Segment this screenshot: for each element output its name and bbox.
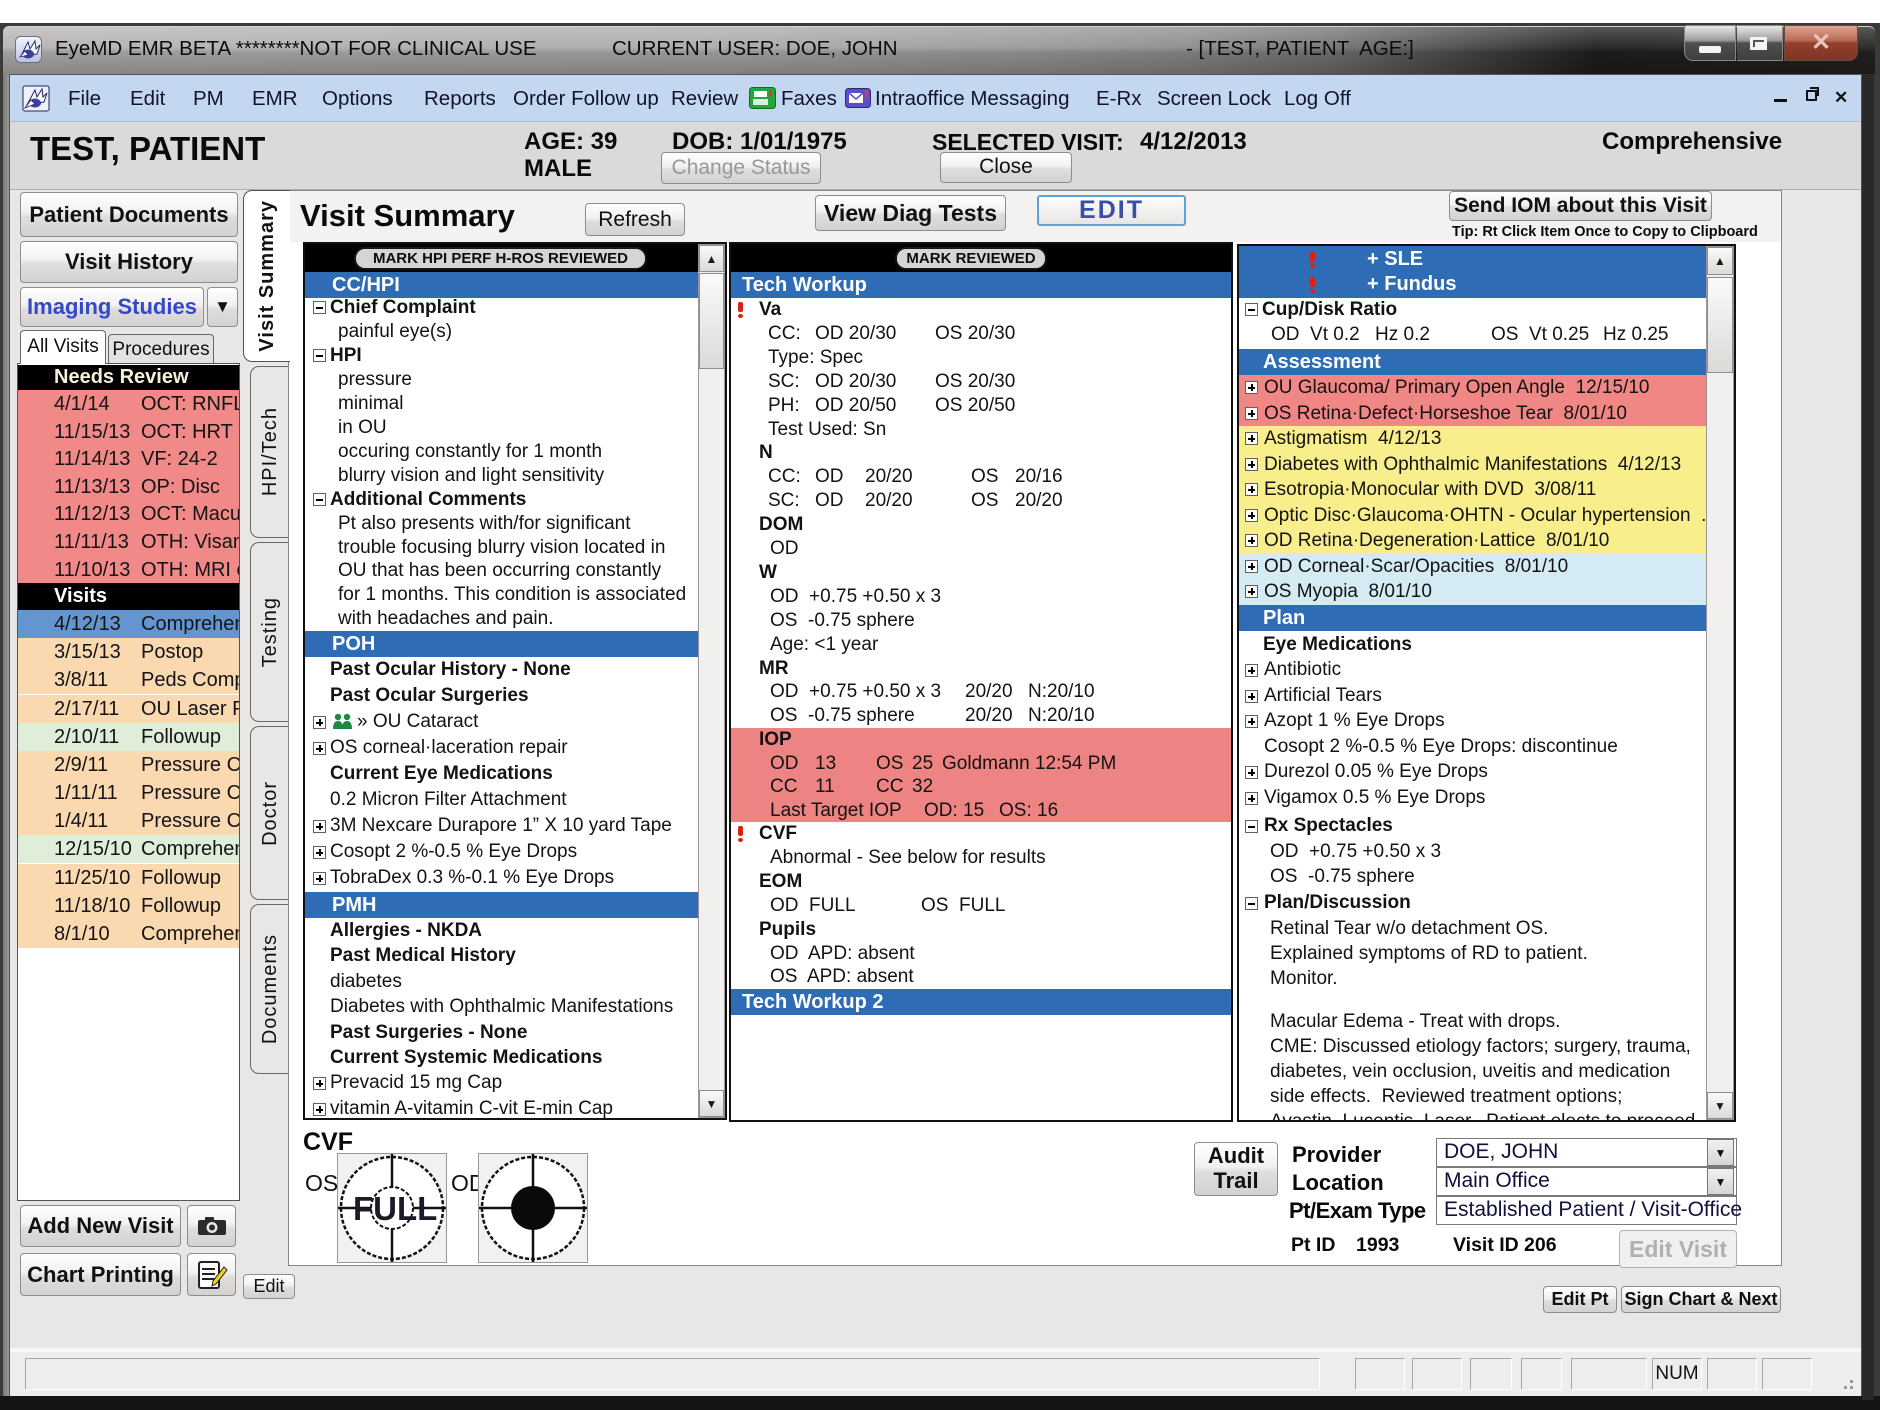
svg-text:FULL: FULL xyxy=(353,1190,437,1227)
